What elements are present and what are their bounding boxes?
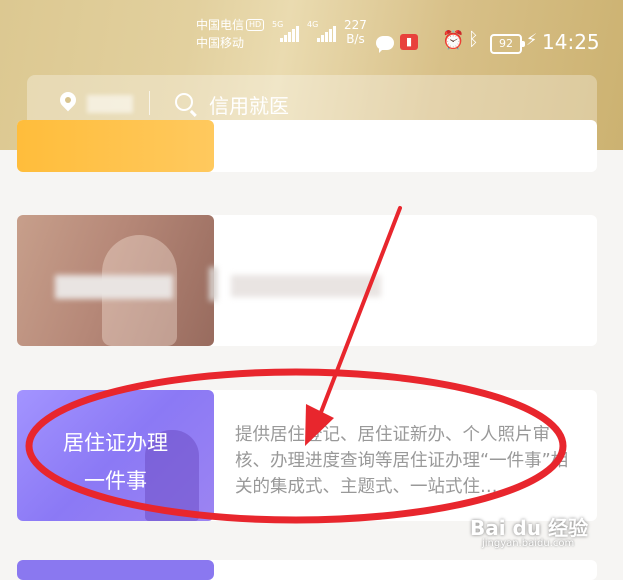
search-icon	[175, 93, 193, 111]
service-card-residence-permit[interactable]: 居住证办理 一件事 提供居住登记、居住证新办、个人照片审核、办理进度查询等居住证…	[17, 390, 597, 521]
blurred-title	[55, 275, 173, 299]
clock: 14:25	[542, 30, 600, 54]
blurred-divider	[209, 267, 217, 301]
service-description: 提供居住登记、居住证新办、个人照片审核、办理进度查询等居住证办理“一件事”相关的…	[235, 425, 569, 497]
network-speed: 227 B/s	[344, 18, 367, 46]
blurred-description	[231, 275, 381, 297]
status-bar: 中国电信 HD 中国移动 5G 4G 227 B/s ▮ ⏰ ᛒ 92 ⚡ 14…	[196, 16, 600, 54]
search-placeholder[interactable]: 信用就医	[209, 90, 289, 119]
message-icon	[376, 36, 394, 53]
search-divider	[149, 91, 150, 115]
service-card-4[interactable]	[17, 560, 597, 580]
service-card-2[interactable]	[17, 215, 597, 346]
service-thumbnail-4[interactable]	[17, 560, 214, 580]
charging-icon: ⚡	[526, 30, 538, 49]
alarm-icon: ⏰	[442, 30, 465, 51]
service-thumbnail-residence-permit[interactable]: 居住证办理 一件事	[17, 390, 214, 521]
service-card-1[interactable]	[17, 120, 597, 172]
watermark-logo: Bai du 经验	[470, 516, 589, 540]
battery-icon: 92	[490, 34, 525, 54]
book-icon: ▮	[400, 34, 418, 50]
location-name-blurred[interactable]	[87, 95, 133, 113]
service-thumbnail-2[interactable]	[17, 215, 214, 346]
bluetooth-icon: ᛒ	[468, 29, 479, 50]
watermark-url: jingyan.baidu.com	[482, 538, 575, 549]
carrier-1: 中国电信	[196, 18, 245, 32]
battery-level: 92	[499, 37, 513, 50]
service-thumbnail-1[interactable]	[17, 120, 214, 172]
carrier-info: 中国电信 HD 中国移动	[196, 16, 265, 52]
hd-badge: HD	[246, 19, 265, 31]
service-thumbnail-title: 居住证办理 一件事	[63, 431, 168, 493]
carrier-2: 中国移动	[196, 36, 245, 50]
location-pin-icon[interactable]	[56, 88, 80, 112]
